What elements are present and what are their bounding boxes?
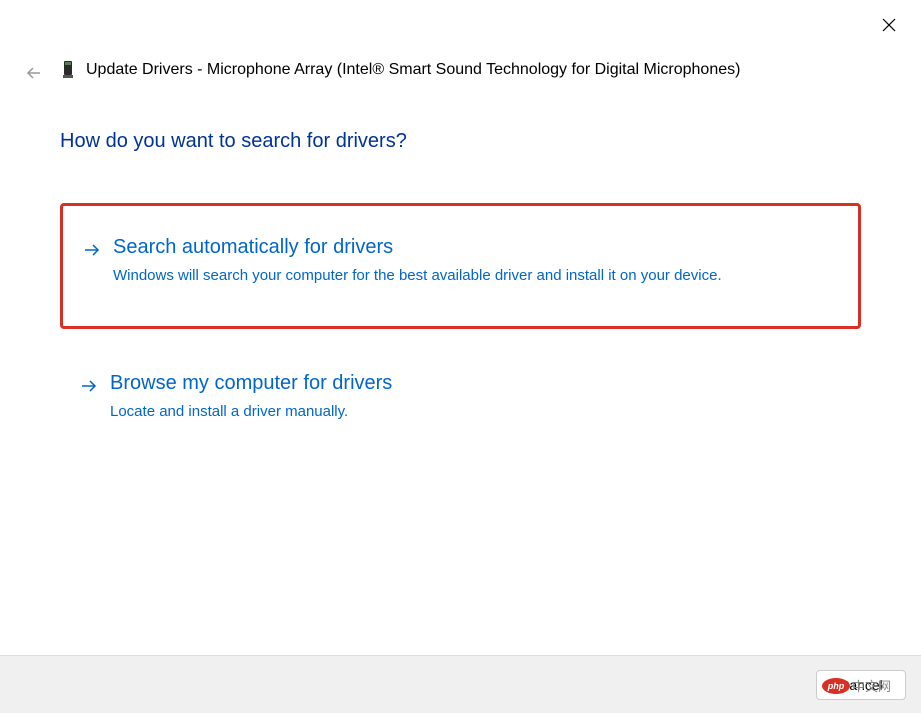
device-icon [60, 58, 76, 82]
arrow-right-icon [80, 377, 98, 400]
arrow-right-icon [83, 241, 101, 264]
dialog-header: Update Drivers - Microphone Array (Intel… [60, 58, 740, 82]
close-icon [881, 17, 897, 38]
back-button[interactable] [24, 65, 44, 85]
back-arrow-icon [25, 64, 43, 87]
option-browse-computer[interactable]: Browse my computer for drivers Locate an… [60, 354, 861, 440]
option-title: Search automatically for drivers [113, 236, 838, 259]
option-title: Browse my computer for drivers [110, 372, 841, 395]
option-search-automatically[interactable]: Search automatically for drivers Windows… [60, 203, 861, 329]
cancel-button[interactable]: Cancel [816, 670, 906, 700]
question-heading: How do you want to search for drivers? [60, 130, 861, 153]
dialog-title: Update Drivers - Microphone Array (Intel… [86, 61, 740, 79]
option-description: Locate and install a driver manually. [110, 401, 841, 422]
close-button[interactable] [877, 15, 901, 39]
dialog-footer: Cancel php 中文网 [0, 655, 921, 713]
option-description: Windows will search your computer for th… [113, 265, 838, 286]
